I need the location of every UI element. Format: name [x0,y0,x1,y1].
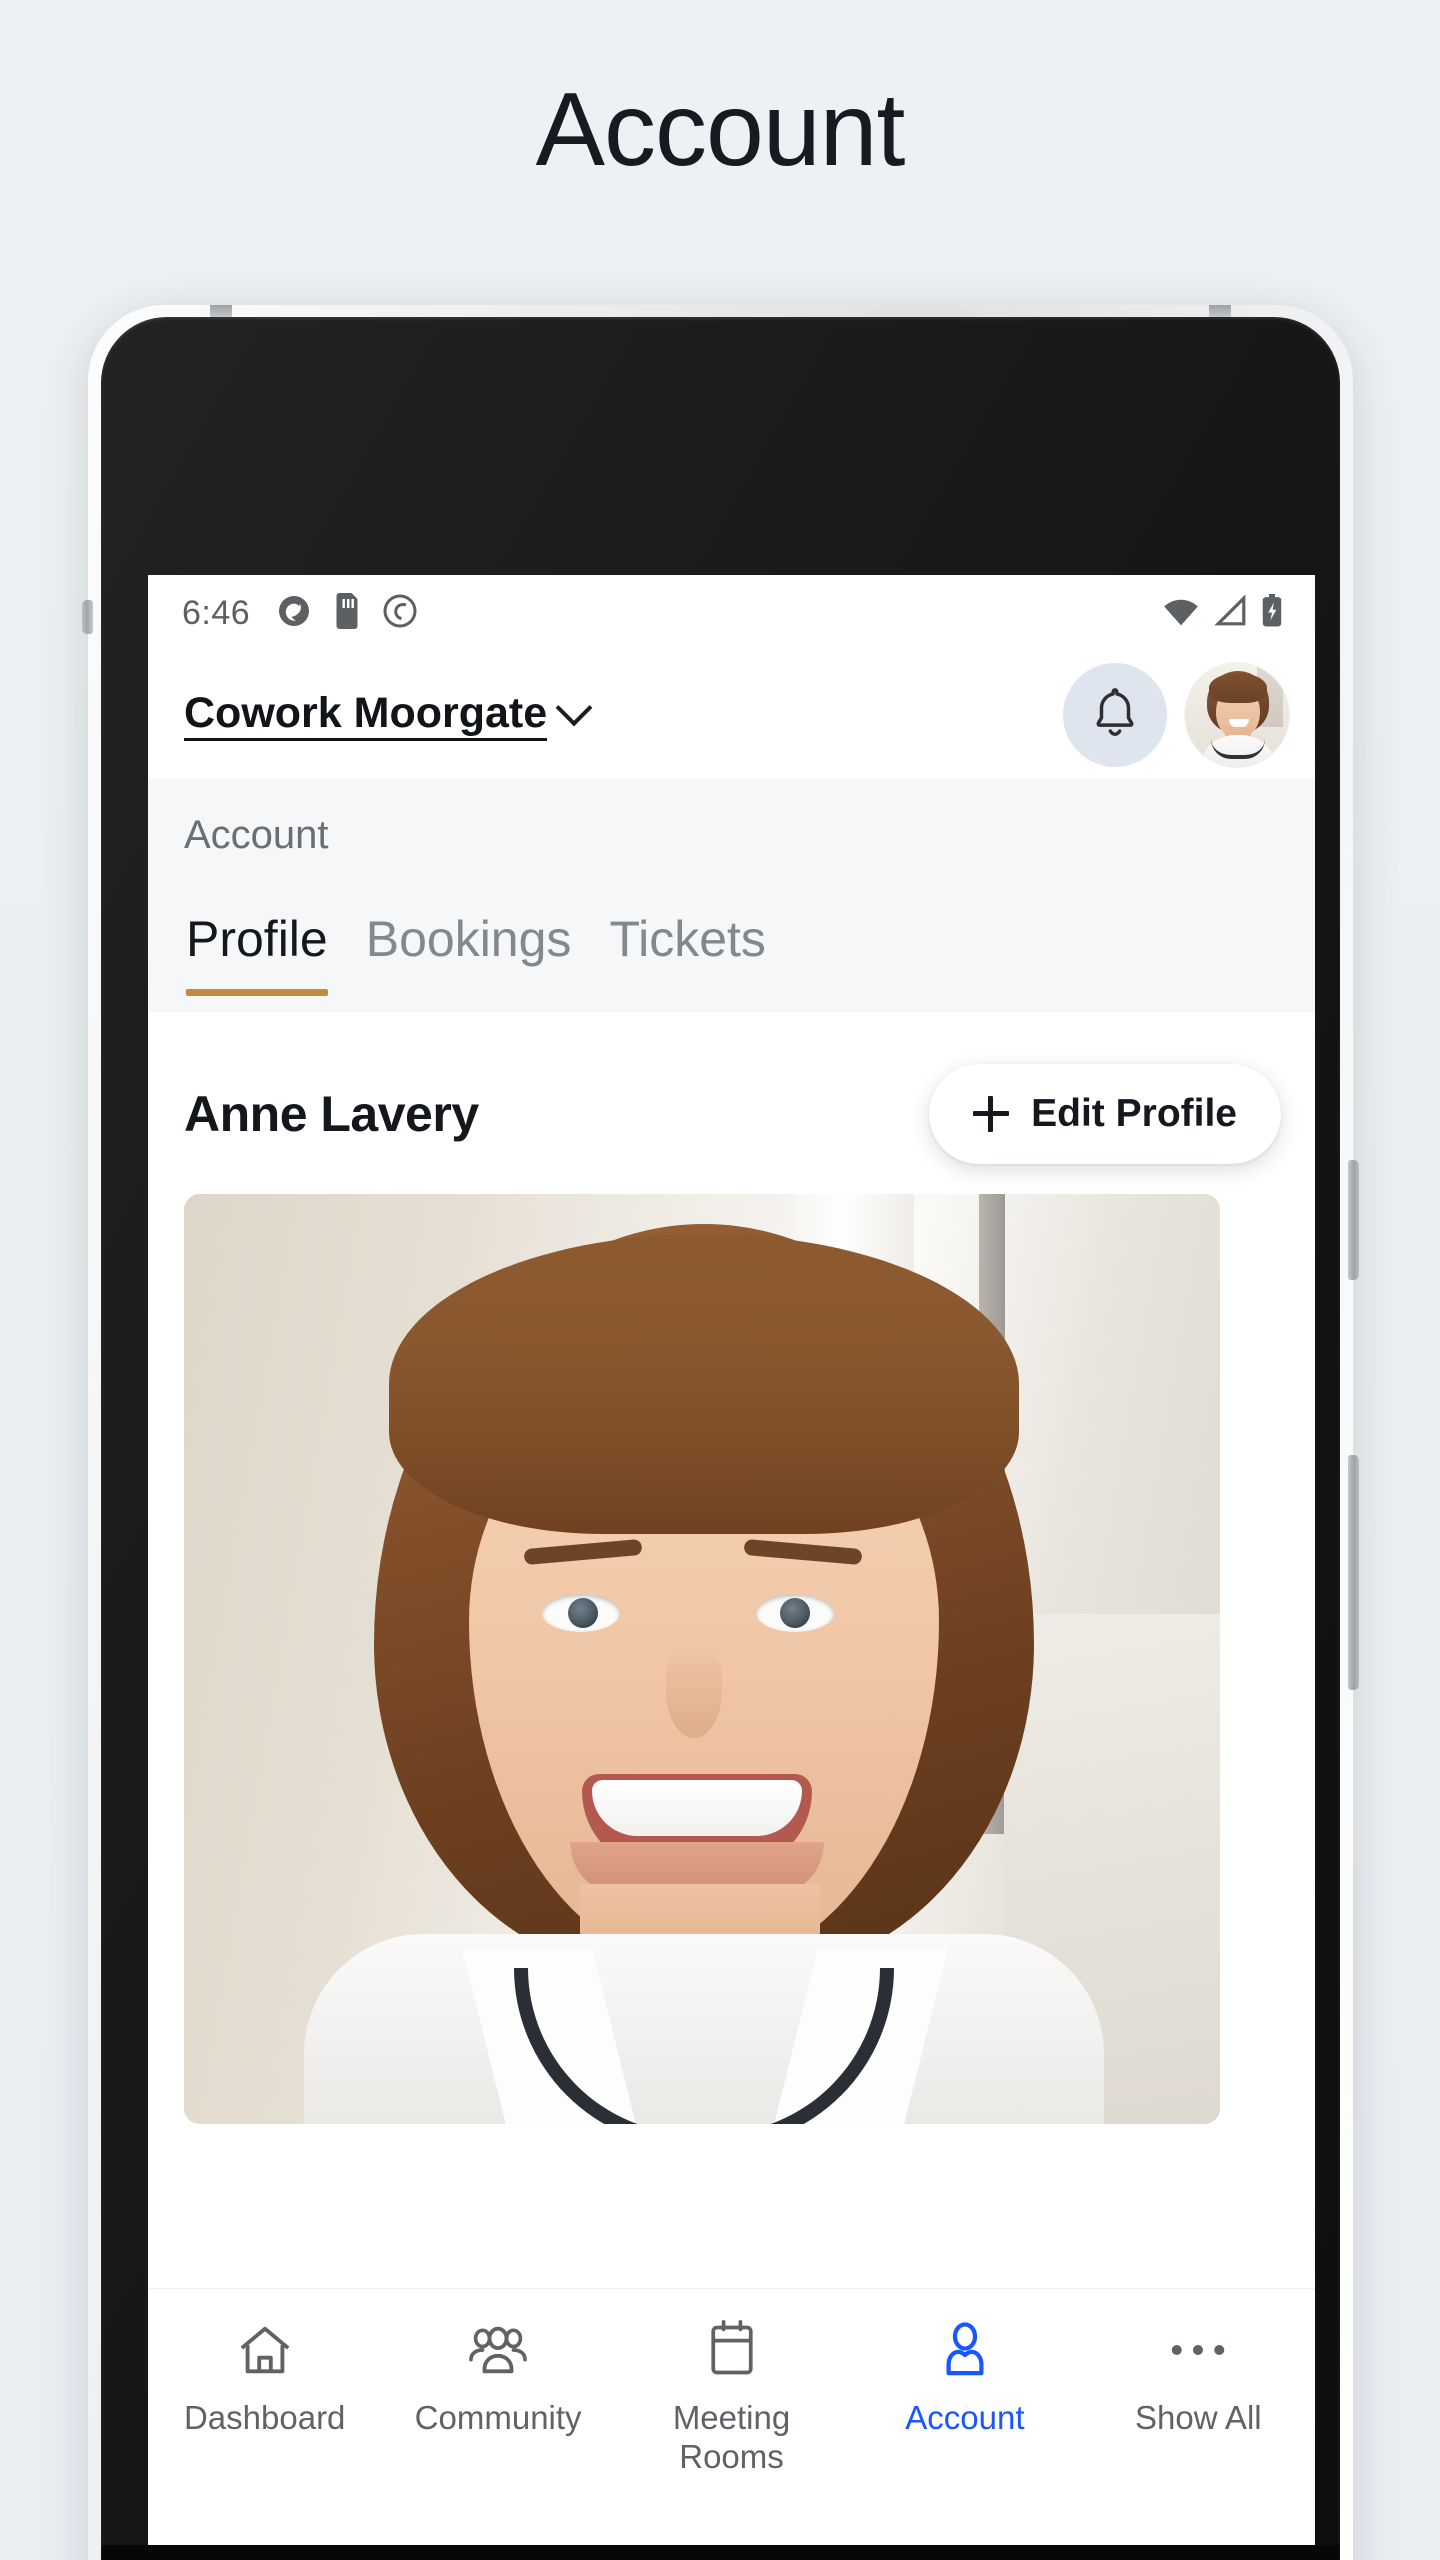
phone-mockup: 6:46 Cowork Moorgate Account Profile Boo… [82,305,1359,2560]
page-root: Account 6:46 Cowork Moorgate Account Pro… [0,0,1440,2560]
nav-label-dashboard: Dashboard [183,2399,346,2436]
battery-charging-icon [1261,593,1283,633]
wifi-icon [1161,595,1201,632]
app-circle-icon [382,593,418,634]
calendar-icon [707,2319,757,2381]
ellipsis-icon [1169,2319,1227,2381]
nav-label-meeting-rooms: Meeting Rooms [672,2399,791,2475]
phone-screen: 6:46 Cowork Moorgate Account Profile Boo… [148,575,1315,2557]
tab-tickets[interactable]: Tickets [609,910,766,996]
side-button-left[interactable] [82,600,93,634]
nav-item-dashboard[interactable]: Dashboard [148,2319,381,2438]
plus-icon [973,1096,1010,1132]
nav-item-account[interactable]: Account [848,2319,1081,2438]
phone-bottom-chin [101,2545,1340,2560]
status-bar-left-icons [276,592,418,634]
tab-bookings-label: Bookings [365,911,572,967]
bell-icon [1088,684,1142,747]
person-icon [938,2319,992,2381]
notifications-button[interactable] [1063,663,1167,767]
tab-bar: Profile Bookings Tickets [148,858,1315,996]
nav-label-community: Community [414,2399,582,2436]
phone-body: 6:46 Cowork Moorgate Account Profile Boo… [101,317,1340,2560]
status-bar: 6:46 [148,575,1315,651]
page-title: Account [535,72,906,188]
status-bar-right-icons [1161,593,1283,633]
nav-item-community[interactable]: Community [381,2319,614,2438]
avatar[interactable] [1185,663,1289,767]
home-icon [236,2319,294,2381]
nav-item-show-all[interactable]: Show All [1082,2319,1315,2438]
app-header: Cowork Moorgate [148,651,1315,779]
edit-profile-button[interactable]: Edit Profile [929,1064,1281,1164]
profile-name: Anne Lavery [184,1086,479,1142]
nav-item-meeting-rooms[interactable]: Meeting Rooms [615,2319,848,2477]
tab-profile-label: Profile [186,911,328,967]
venue-selector[interactable]: Cowork Moorgate [184,689,593,741]
people-icon [467,2319,529,2381]
edit-profile-label: Edit Profile [1031,1092,1237,1135]
tab-tickets-label: Tickets [609,911,766,967]
app-glyph-icon [276,593,312,634]
account-section-header: Account Profile Bookings Tickets [148,779,1315,1012]
profile-photo[interactable] [184,1194,1220,2124]
nav-label-account: Account [905,2399,1025,2436]
nav-label-show-all: Show All [1135,2399,1262,2436]
profile-section: Anne Lavery Edit Profile [148,1012,1315,2124]
status-bar-time: 6:46 [182,593,251,632]
tab-bookings[interactable]: Bookings [366,910,572,996]
profile-name-row: Anne Lavery Edit Profile [148,1012,1315,1194]
bottom-navigation: Dashboard Community Meeting Rooms Accoun… [148,2289,1315,2557]
volume-button[interactable] [1348,1455,1359,1690]
profile-photo-wrap [148,1194,1315,2124]
venue-name: Cowork Moorgate [184,689,548,741]
chevron-down-icon [555,689,593,727]
section-label: Account [184,813,329,857]
sd-card-icon [332,592,362,634]
tab-profile[interactable]: Profile [186,910,328,996]
power-button[interactable] [1348,1160,1359,1280]
cellular-signal-icon [1213,593,1249,632]
